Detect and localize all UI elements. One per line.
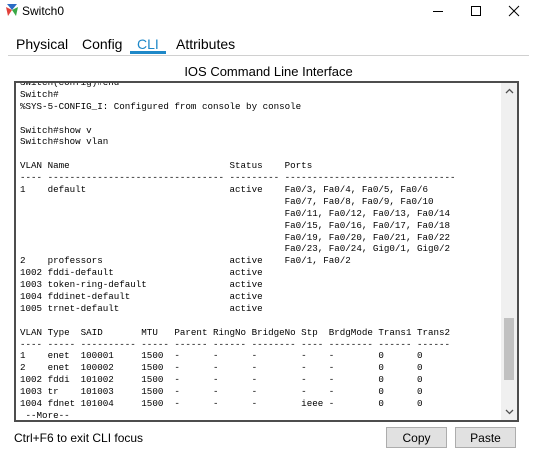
maximize-button[interactable]: [456, 0, 496, 22]
terminal-line: 1002 fddi 101002 1500 - - - - - 0 0: [20, 374, 423, 386]
minimize-icon: [433, 11, 443, 12]
terminal-line: 1004 fdnet 101004 1500 - - - ieee - 0 0: [20, 398, 423, 410]
packet-tracer-icon: [4, 3, 20, 17]
terminal-line: --More--: [20, 409, 70, 421]
maximize-icon: [471, 6, 481, 16]
terminal-line: Fa0/15, Fa0/16, Fa0/17, Fa0/18: [20, 219, 451, 231]
chevron-up-icon: [505, 88, 513, 94]
active-tab-indicator: [130, 51, 166, 54]
terminal-line: 1005 trnet-default active: [20, 302, 263, 314]
vertical-scrollbar[interactable]: [501, 83, 517, 420]
scroll-up-button[interactable]: [501, 83, 517, 99]
terminal-line: 2 professors active Fa0/1, Fa0/2: [20, 255, 351, 267]
terminal-line: 1 default active Fa0/3, Fa0/4, Fa0/5, Fa…: [20, 184, 428, 196]
close-icon: [508, 5, 520, 17]
cli-terminal[interactable]: Switch(config)#end Switch# %SYS-5-CONFIG_I…: [14, 81, 519, 422]
terminal-line: Fa0/23, Fa0/24, Gig0/1, Gig0/2: [20, 243, 451, 255]
cli-focus-hint: Ctrl+F6 to exit CLI focus: [14, 431, 144, 445]
terminal-line: VLAN Name Status Ports: [20, 160, 313, 172]
terminal-line: 1 enet 100001 1500 - - - - - 0 0: [20, 350, 423, 362]
terminal-line: Fa0/19, Fa0/20, Fa0/21, Fa0/22: [20, 231, 451, 243]
terminal-output: Switch(config)#end Switch# %SYS-5-CONFIG_I…: [20, 81, 500, 421]
window-title: Switch0: [22, 4, 65, 18]
scroll-thumb[interactable]: [504, 317, 514, 380]
terminal-line: 2 enet 100002 1500 - - - - - 0 0: [20, 362, 423, 374]
terminal-line: Switch(config)#end: [20, 81, 120, 88]
terminal-line: 1002 fddi-default active: [20, 267, 263, 279]
minimize-button[interactable]: [418, 0, 458, 22]
terminal-line: 1003 tr 101003 1500 - - - - - 0 0: [20, 386, 423, 398]
panel-title: IOS Command Line Interface: [184, 64, 353, 79]
tab-attributes[interactable]: Attributes: [176, 36, 235, 52]
tab-config[interactable]: Config: [82, 36, 122, 52]
terminal-line: ---- ----- ---------- ----- ------ -----…: [20, 338, 451, 350]
terminal-line: Switch#show vlan: [20, 136, 109, 148]
scroll-down-button[interactable]: [501, 404, 517, 420]
terminal-line: 1003 token-ring-default active: [20, 279, 263, 291]
terminal-line: Switch#show v: [20, 124, 92, 136]
terminal-line: Fa0/11, Fa0/12, Fa0/13, Fa0/14: [20, 207, 451, 219]
tab-divider: [8, 55, 529, 56]
terminal-line: ---- -------------------------------- --…: [20, 172, 456, 184]
tab-physical[interactable]: Physical: [16, 36, 68, 52]
copy-button[interactable]: Copy: [386, 427, 447, 448]
tab-cli[interactable]: CLI: [137, 36, 159, 52]
terminal-line: %SYS-5-CONFIG_I: Configured from console…: [20, 100, 302, 112]
close-button[interactable]: [494, 0, 534, 22]
terminal-line: VLAN Type SAID MTU Parent RingNo BridgeN…: [20, 326, 451, 338]
terminal-line: Fa0/7, Fa0/8, Fa0/9, Fa0/10: [20, 195, 434, 207]
paste-button[interactable]: Paste: [455, 427, 516, 448]
title-bar: Switch0: [0, 0, 537, 22]
terminal-line: 1004 fddinet-default active: [20, 291, 263, 303]
terminal-line: Switch#: [20, 88, 59, 100]
chevron-down-icon: [505, 409, 513, 415]
